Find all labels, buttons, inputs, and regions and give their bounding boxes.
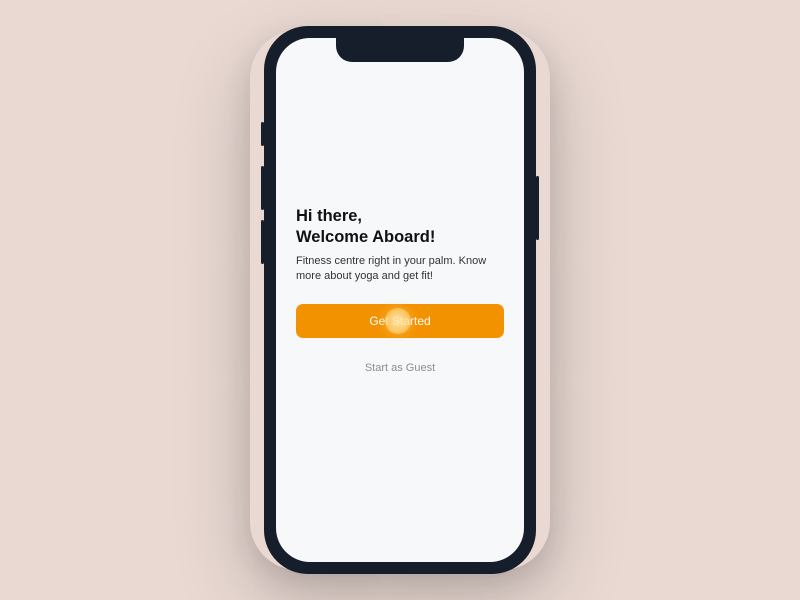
welcome-subtext: Fitness centre right in your palm. Know … bbox=[296, 254, 491, 284]
heading-line1: Hi there, bbox=[296, 207, 362, 225]
volume-up-button bbox=[261, 166, 264, 210]
phone-frame: Hi there, Welcome Aboard! Fitness centre… bbox=[264, 26, 536, 574]
notch bbox=[336, 38, 464, 62]
power-button bbox=[536, 176, 539, 240]
mute-switch bbox=[261, 122, 264, 146]
phone-screen: Hi there, Welcome Aboard! Fitness centre… bbox=[276, 38, 524, 562]
heading-line2: Welcome Aboard! bbox=[296, 228, 435, 246]
get-started-button[interactable]: Get Started bbox=[296, 304, 504, 338]
welcome-heading: Hi there, Welcome Aboard! bbox=[296, 206, 504, 248]
welcome-content: Hi there, Welcome Aboard! Fitness centre… bbox=[296, 206, 504, 374]
start-as-guest-link[interactable]: Start as Guest bbox=[296, 362, 504, 374]
get-started-label: Get Started bbox=[369, 314, 430, 328]
volume-down-button bbox=[261, 220, 264, 264]
